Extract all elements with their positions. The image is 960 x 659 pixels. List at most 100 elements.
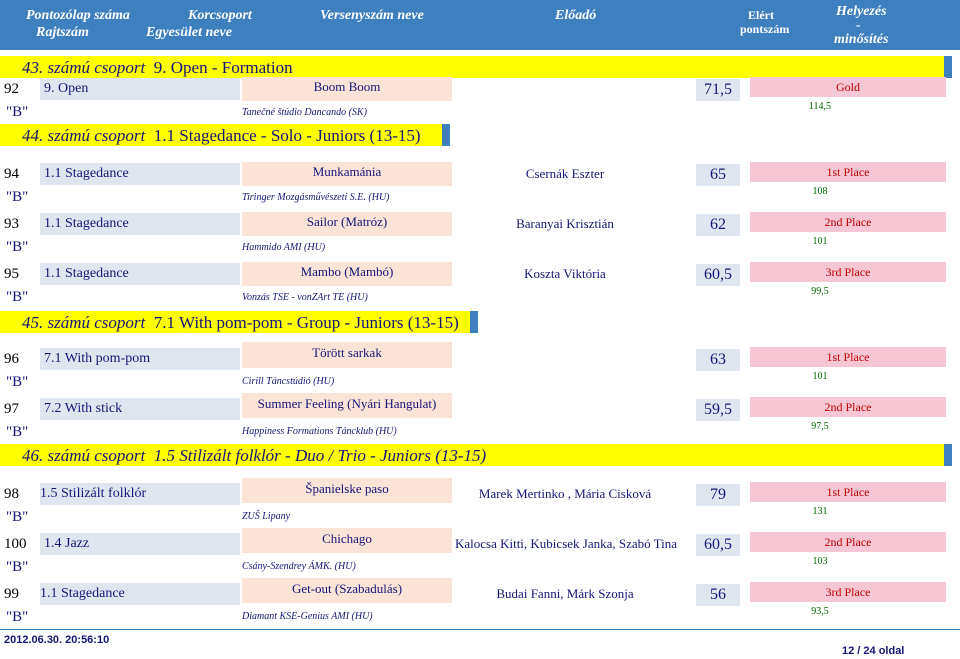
column-header-bar: Pontozólap száma Rajtszám Korcsoport Egy… xyxy=(0,0,960,50)
entry-club: Csány-Szendrey ÁMK. (HU) xyxy=(242,561,356,572)
entry-points: 60,5 xyxy=(704,536,732,553)
footer-timestamp: 2012.06.30. 20:56:10 xyxy=(4,634,110,646)
header-placement-c: minősítés xyxy=(834,32,889,47)
group-header: 44. számú csoport 1.1 Stagedance - Solo … xyxy=(0,124,450,146)
entry-place: 3rd Place xyxy=(825,265,871,279)
entry-number: 93 xyxy=(4,216,19,232)
entry-level: "B" xyxy=(6,609,29,625)
entry-level: "B" xyxy=(6,189,29,205)
entry-points: 65 xyxy=(710,166,726,183)
entry-place: 2nd Place xyxy=(824,400,872,414)
entry-trainer: Koszta Viktória xyxy=(524,266,606,281)
entry-club: Hammido AMI (HU) xyxy=(242,242,326,253)
entry-level: "B" xyxy=(6,509,29,525)
entry-trainer: Budai Fanni, Márk Szonja xyxy=(496,586,634,601)
entry-place: 1st Place xyxy=(826,350,870,364)
entry-points: 60,5 xyxy=(704,266,732,283)
group-name: 7.1 With pom-pom - Group - Juniors (13-1… xyxy=(153,313,459,332)
entry-club: Happiness Formations Táncklub (HU) xyxy=(242,426,397,437)
entry-club: ZUŠ Lipany xyxy=(242,511,291,522)
entry-place: 2nd Place xyxy=(824,535,872,549)
header-performer: Előadó xyxy=(555,8,597,23)
entry-number: 94 xyxy=(4,166,19,182)
footer-divider xyxy=(0,629,960,630)
group-label: 46. számú csoport xyxy=(22,446,146,465)
entry-number: 95 xyxy=(4,266,19,282)
header-points-b: pontszám xyxy=(740,22,790,36)
group-name: 1.5 Stilizált folklór - Duo / Trio - Jun… xyxy=(153,446,487,465)
entry-number: 96 xyxy=(4,351,19,367)
entry-club: Cirill Táncstúdió (HU) xyxy=(242,376,335,387)
entry-level: "B" xyxy=(6,289,29,305)
group-header: 43. számú csoport 9. Open - Formation xyxy=(0,56,952,78)
entry-points: 63 xyxy=(710,351,726,368)
entry-club: Tanečné štúdio Dancando (SK) xyxy=(242,107,367,118)
entry-club: Tiringer Mozgásművészeti S.E. (HU) xyxy=(242,192,390,203)
entry-title: Boom Boom xyxy=(313,79,381,94)
entry-number: 100 xyxy=(4,536,27,552)
entry-total: 93,5 xyxy=(811,606,829,617)
entry-title: Summer Feeling (Nyári Hangulat) xyxy=(257,396,437,411)
entry-total: 103 xyxy=(812,556,828,567)
entry-level: "B" xyxy=(6,424,29,440)
entry-title: Törött sarkak xyxy=(312,345,382,360)
entry-club: Diamant KSE-Genius AMI (HU) xyxy=(242,611,373,622)
entry-level: "B" xyxy=(6,104,29,120)
entry-number: 92 xyxy=(4,81,19,97)
entry-total: 101 xyxy=(812,236,828,247)
entry-total: 131 xyxy=(812,506,828,517)
header-sheet-number: Pontozólap száma xyxy=(26,8,130,23)
entry-level: "B" xyxy=(6,239,29,255)
header-placement-a: Helyezés xyxy=(836,4,887,19)
group-name: 1.1 Stagedance - Solo - Juniors (13-15) xyxy=(153,126,421,145)
group-header: 45. számú csoport 7.1 With pom-pom - Gro… xyxy=(0,311,478,333)
entry-trainer: Csernák Eszter xyxy=(525,166,605,181)
entry-category: 1.5 Stilizált folklór xyxy=(40,486,147,501)
entry-category: 9. Open xyxy=(44,81,89,96)
entry-total: 97,5 xyxy=(811,421,829,432)
entry-category: 7.2 With stick xyxy=(44,401,123,416)
group-header: 46. számú csoport 1.5 Stilizált folklór … xyxy=(0,444,952,466)
entry-title: Chichago xyxy=(322,531,372,546)
entry-title: Sailor (Matróz) xyxy=(306,214,388,229)
entry-points: 62 xyxy=(710,216,726,233)
entry-category: 1.1 Stagedance xyxy=(44,216,129,231)
entry-place: Gold xyxy=(836,80,860,94)
entry-total: 114,5 xyxy=(808,101,832,112)
entry-category: 7.1 With pom-pom xyxy=(44,351,151,366)
entry-category: 1.4 Jazz xyxy=(44,536,90,551)
group-name: 9. Open - Formation xyxy=(153,58,293,77)
entry-club: Vonzás TSE - vonZArt TE (HU) xyxy=(242,292,368,303)
entry-place: 2nd Place xyxy=(824,215,872,229)
entry-trainer: Kalocsa Kitti, Kubicsek Janka, Szabó Tin… xyxy=(454,536,678,551)
header-age-group: Korcsoport xyxy=(188,8,252,23)
header-start-number: Rajtszám xyxy=(36,25,89,40)
entry-level: "B" xyxy=(6,559,29,575)
entry-trainer: Marek Mertinko , Mária Cisková xyxy=(478,486,652,501)
entry-trainer: Baranyai Krisztián xyxy=(516,216,614,231)
entry-total: 101 xyxy=(812,371,828,382)
entry-points: 71,5 xyxy=(704,81,732,98)
entry-place: 1st Place xyxy=(826,485,870,499)
entry-points: 79 xyxy=(710,486,726,503)
group-label: 43. számú csoport xyxy=(22,58,146,77)
entry-total: 99,5 xyxy=(811,286,829,297)
header-event-name: Versenyszám neve xyxy=(320,8,424,23)
entry-title: Španielske paso xyxy=(305,481,389,496)
entry-category: 1.1 Stagedance xyxy=(44,166,129,181)
entry-number: 98 xyxy=(4,486,19,502)
entry-points: 56 xyxy=(710,586,726,603)
entry-title: Mambo (Mambó) xyxy=(300,264,394,279)
entry-level: "B" xyxy=(6,374,29,390)
entry-number: 97 xyxy=(4,401,19,417)
entry-points: 59,5 xyxy=(704,401,732,418)
entry-title: Get-out (Szabadulás) xyxy=(291,581,403,596)
entry-total: 108 xyxy=(812,186,828,197)
entry-category: 1.1 Stagedance xyxy=(40,586,125,601)
group-label: 45. számú csoport xyxy=(22,313,146,332)
entry-number: 99 xyxy=(4,586,19,602)
entry-category: 1.1 Stagedance xyxy=(44,266,129,281)
footer-page-number: 12 / 24 oldal xyxy=(842,645,905,657)
entry-place: 3rd Place xyxy=(825,585,871,599)
group-label: 44. számú csoport xyxy=(22,126,146,145)
